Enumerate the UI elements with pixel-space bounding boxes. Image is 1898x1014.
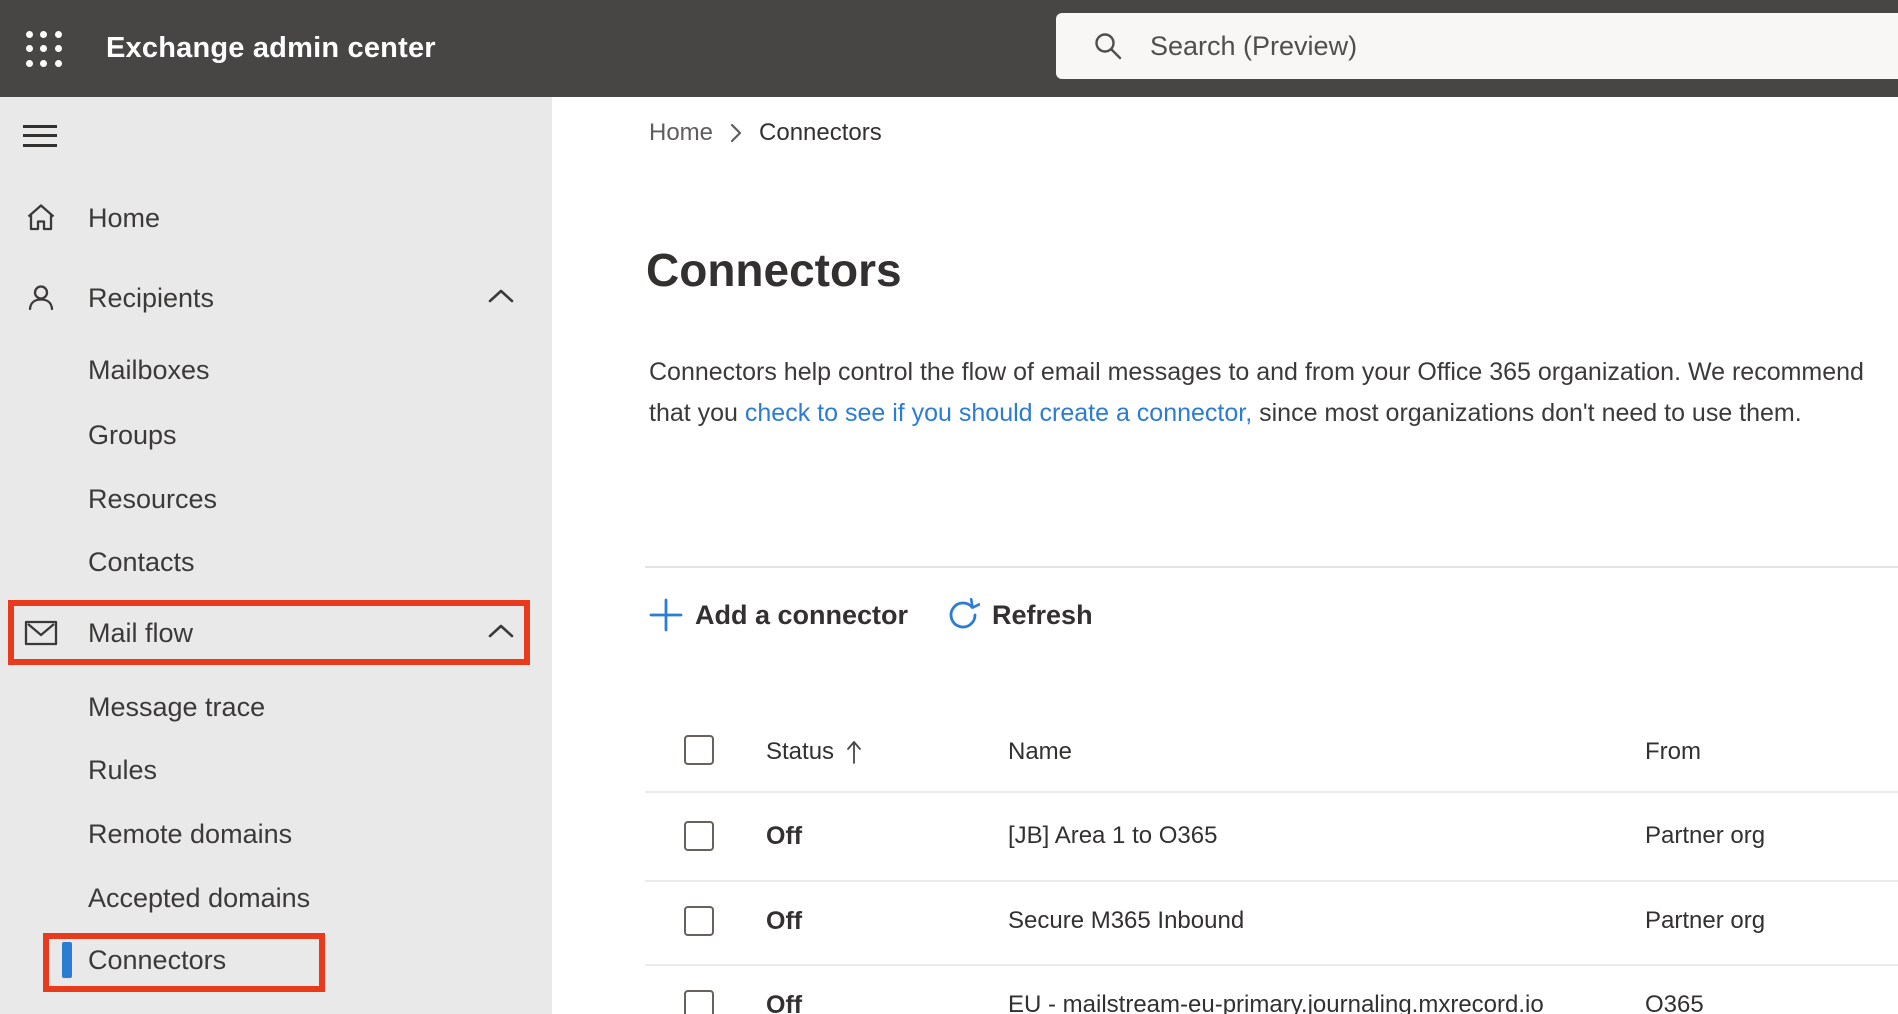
search-icon — [1095, 33, 1122, 60]
app-launcher-waffle-icon[interactable] — [22, 27, 66, 71]
sidebar-item-home[interactable]: Home — [0, 194, 552, 242]
home-icon — [24, 201, 58, 235]
mail-icon — [24, 616, 58, 650]
sidebar-item-rules[interactable]: Rules — [0, 746, 552, 794]
divider — [645, 880, 1898, 882]
row-checkbox[interactable] — [684, 906, 714, 936]
search-box[interactable] — [1056, 13, 1898, 79]
sidebar-item-remote-domains[interactable]: Remote domains — [0, 810, 552, 858]
breadcrumb-current: Connectors — [759, 119, 882, 146]
sidebar-item-mail-flow[interactable]: Mail flow — [0, 609, 552, 657]
divider — [645, 791, 1898, 793]
chevron-up-icon — [488, 288, 514, 309]
sidebar-item-mailboxes[interactable]: Mailboxes — [0, 346, 552, 394]
cell-status: Off — [766, 991, 803, 1014]
cell-name: Secure M365 Inbound — [1008, 907, 1245, 934]
cell-status: Off — [766, 907, 803, 935]
create-connector-check-link[interactable]: check to see if you should create a conn… — [745, 399, 1252, 427]
column-header-status[interactable]: Status — [766, 737, 862, 767]
search-input[interactable] — [1150, 30, 1750, 62]
cell-name: [JB] Area 1 to O365 — [1008, 822, 1218, 849]
divider — [645, 964, 1898, 966]
command-bar: Add a connector Refresh — [649, 593, 1093, 637]
chevron-right-icon — [730, 123, 742, 143]
cell-from: Partner org — [1645, 822, 1766, 849]
selected-item-accent-bar — [62, 942, 72, 978]
divider — [645, 566, 1898, 568]
column-header-name[interactable]: Name — [1008, 737, 1072, 767]
add-connector-button[interactable]: Add a connector — [649, 598, 908, 632]
main-content: Home Connectors Connectors Connectors he… — [552, 97, 1898, 1014]
hamburger-menu-icon[interactable] — [23, 125, 57, 147]
sidebar-item-groups[interactable]: Groups — [0, 411, 552, 459]
sort-ascending-icon — [847, 741, 861, 764]
cell-from: O365 — [1645, 991, 1704, 1014]
row-checkbox[interactable] — [684, 821, 714, 851]
app-title: Exchange admin center — [106, 32, 436, 64]
sidebar-nav: Home Recipients Mailboxes Groups Resourc… — [0, 97, 552, 1014]
column-header-from[interactable]: From — [1645, 737, 1701, 767]
row-checkbox[interactable] — [684, 990, 714, 1014]
plus-icon — [649, 598, 683, 632]
sidebar-item-message-trace[interactable]: Message trace — [0, 683, 552, 731]
sidebar-item-recipients[interactable]: Recipients — [0, 274, 552, 322]
chevron-up-icon — [488, 623, 514, 644]
description-text: since most organizations don't need to u… — [1252, 399, 1802, 427]
page-description: Connectors help control the flow of emai… — [649, 352, 1881, 434]
person-icon — [24, 281, 58, 315]
sidebar-item-accepted-domains[interactable]: Accepted domains — [0, 874, 552, 922]
breadcrumb: Home Connectors — [649, 118, 882, 148]
sidebar-item-connectors[interactable]: Connectors — [0, 936, 552, 984]
select-all-checkbox[interactable] — [684, 735, 714, 765]
cell-name: EU - mailstream-eu-primary.journaling.mx… — [1008, 991, 1544, 1014]
refresh-button[interactable]: Refresh — [946, 598, 1093, 632]
cell-status: Off — [766, 822, 803, 850]
breadcrumb-home-link[interactable]: Home — [649, 119, 713, 147]
sidebar-item-resources[interactable]: Resources — [0, 475, 552, 523]
page-title: Connectors — [646, 244, 902, 296]
exchange-admin-center-window: Exchange admin center Home — [0, 0, 1898, 1014]
sidebar-item-contacts[interactable]: Contacts — [0, 538, 552, 586]
cell-from: Partner org — [1645, 907, 1766, 934]
refresh-icon — [949, 598, 981, 629]
top-bar: Exchange admin center — [0, 0, 1898, 97]
